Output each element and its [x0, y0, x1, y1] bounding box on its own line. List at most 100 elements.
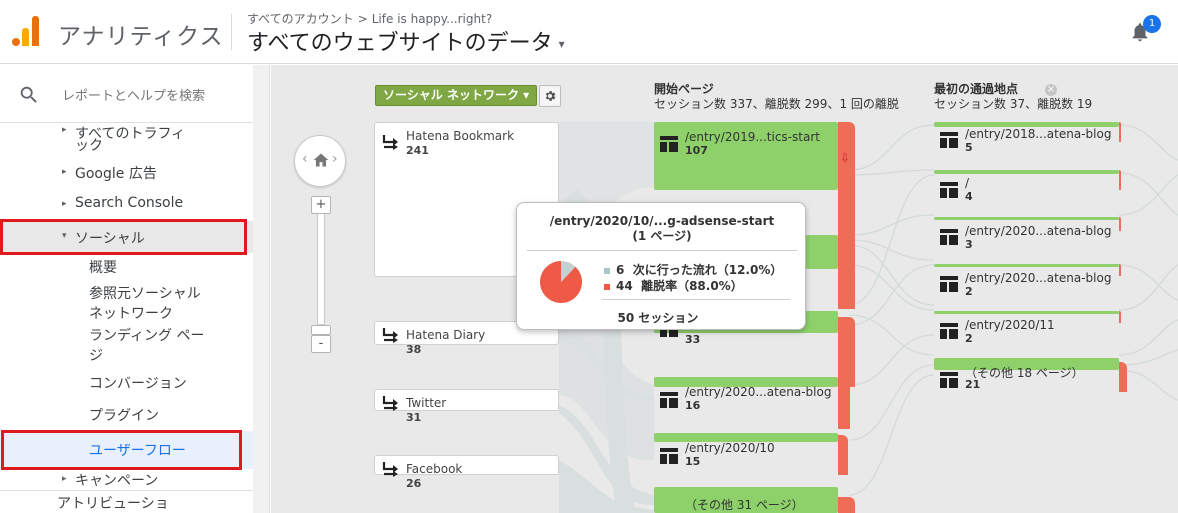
- page-count: 2: [965, 332, 973, 345]
- page-name: /entry/2020...atena-blog: [685, 385, 832, 399]
- exit-bar[interactable]: [1119, 170, 1121, 190]
- settings-gear-icon[interactable]: [539, 85, 561, 107]
- tooltip-next-label: 次に行った流れ（12.0%）: [632, 263, 783, 277]
- sidebar-item-label: Google 広告: [75, 166, 157, 182]
- exit-bar[interactable]: [1119, 264, 1121, 276]
- view-title[interactable]: すべてのウェブサイトのデータ: [247, 31, 553, 56]
- tooltip-next-row: 6 次に行った流れ（12.0%）: [604, 261, 782, 278]
- source-count: 31: [406, 411, 422, 424]
- sidebar-subitem-landing-pages[interactable]: ランディング ペー: [89, 326, 239, 346]
- exit-bar[interactable]: [1119, 217, 1121, 231]
- interaction-node[interactable]: （その他 18 ページ） 21: [934, 358, 1119, 391]
- column-subtitle: セッション数 337、離脱数 299、1 回の離脱: [654, 97, 899, 111]
- breadcrumb-account[interactable]: すべてのアカウント: [247, 12, 354, 26]
- sidebar-item-attribution[interactable]: アトリビューショ: [0, 493, 253, 513]
- page-count: 107: [685, 144, 708, 157]
- source-count: 241: [406, 144, 429, 157]
- column-header-first-interaction: 最初の通過地点 セッション数 37、離脱数 19: [934, 82, 1092, 112]
- tooltip-pie-chart: [540, 261, 583, 303]
- interaction-node[interactable]: /entry/2020/11 2: [934, 311, 1119, 345]
- sidebar-item-search-console[interactable]: ▸ Search Console: [0, 195, 253, 215]
- page-name: /: [965, 176, 970, 190]
- page-icon: [660, 392, 678, 408]
- sidebar-scrollbar[interactable]: [253, 65, 269, 513]
- zoom-handle[interactable]: [311, 325, 331, 335]
- start-page-node[interactable]: （その他 31 ページ）: [654, 487, 838, 513]
- page-name: /entry/2019...tics-start: [685, 130, 820, 144]
- source-count: 26: [406, 477, 422, 490]
- sidebar: レポートとヘルプを検索 ▸ すべてのトラフィ ック ▸ Google 広告 ▸ …: [0, 65, 270, 513]
- exit-bar[interactable]: [1119, 122, 1121, 142]
- chevron-right-icon: ▸: [62, 167, 67, 177]
- sidebar-item-campaigns[interactable]: ▸ キャンペーン: [0, 470, 253, 490]
- sidebar-divider: [0, 490, 253, 491]
- sidebar-subitem-landing-pages-cont[interactable]: ジ: [89, 346, 239, 366]
- sidebar-item-all-traffic-cont[interactable]: ック: [0, 135, 253, 155]
- sidebar-subitem-network-referrals-cont[interactable]: ネットワーク: [89, 304, 239, 324]
- sidebar-item-label: アトリビューショ: [57, 496, 169, 512]
- exit-bar[interactable]: [838, 497, 855, 513]
- interaction-node[interactable]: /entry/2018...atena-blog 5: [934, 122, 1119, 154]
- exit-bar[interactable]: [838, 317, 855, 387]
- breadcrumb-property[interactable]: Life is happy...right?: [372, 12, 492, 26]
- arrow-right-icon: [382, 462, 398, 477]
- exit-bar[interactable]: [1119, 311, 1121, 323]
- view-selector[interactable]: すべてのウェブサイトのデータ ▾: [247, 25, 565, 57]
- sidebar-subitem-overview[interactable]: 概要: [89, 258, 239, 278]
- page-name: （その他 18 ページ）: [965, 366, 1084, 380]
- sidebar-item-label: Search Console: [75, 195, 184, 211]
- sidebar-subitem-conversions[interactable]: コンバージョン: [89, 374, 239, 394]
- chevron-right-icon[interactable]: ›: [332, 151, 338, 167]
- search-icon[interactable]: [18, 84, 40, 106]
- search-input[interactable]: レポートとヘルプを検索: [62, 85, 205, 104]
- source-name: Twitter: [406, 396, 447, 410]
- highlight-box-users-flow: [1, 430, 242, 470]
- dimension-selector[interactable]: ソーシャル ネットワーク ▾: [375, 85, 538, 106]
- analytics-logo-icon[interactable]: [12, 16, 40, 46]
- sidebar-search[interactable]: レポートとヘルプを検索: [0, 65, 253, 123]
- page-count: 3: [965, 238, 973, 251]
- page-icon: [940, 372, 958, 388]
- chevron-down-icon[interactable]: ▾: [559, 37, 565, 51]
- sidebar-subitem-plugins[interactable]: プラグイン: [89, 406, 239, 426]
- page-count: 21: [965, 378, 981, 391]
- exit-bar[interactable]: [838, 435, 848, 475]
- flow-canvas[interactable]: ソーシャル ネットワーク ▾ 開始ページ セッション数 337、離脱数 299、…: [271, 65, 1178, 513]
- pan-control[interactable]: ‹ ›: [294, 135, 346, 187]
- zoom-in-button[interactable]: +: [311, 196, 331, 214]
- exit-bar[interactable]: [1119, 362, 1127, 392]
- interaction-node[interactable]: /entry/2020...atena-blog 3: [934, 217, 1119, 251]
- page-count: 16: [685, 399, 701, 412]
- tooltip-exit-row: 44 離脱率（88.0%）: [604, 277, 743, 294]
- zoom-out-button[interactable]: -: [311, 335, 331, 353]
- sidebar-subitem-network-referrals[interactable]: 参照元ソーシャル: [89, 284, 239, 304]
- tooltip-exit-count: 44: [616, 279, 633, 293]
- page-name: /entry/2018...atena-blog: [965, 127, 1112, 141]
- column-title: 開始ページ: [654, 82, 714, 96]
- source-name: Hatena Diary: [406, 328, 486, 342]
- page-icon: [940, 229, 958, 245]
- interaction-node[interactable]: /entry/2020...atena-blog 2: [934, 264, 1119, 298]
- exit-bar[interactable]: [838, 237, 855, 309]
- tooltip-divider: [602, 299, 790, 300]
- source-node[interactable]: Facebook 26: [374, 455, 559, 490]
- page-name: （その他 31 ページ）: [685, 498, 804, 512]
- home-icon[interactable]: [312, 152, 330, 168]
- column-subtitle: セッション数 37、離脱数 19: [934, 97, 1093, 111]
- tooltip-page: /entry/2020/10/...g-adsense-start: [549, 214, 775, 228]
- exit-bar[interactable]: [838, 379, 850, 429]
- arrow-right-icon: [382, 328, 398, 343]
- start-page-node[interactable]: /entry/2020...atena-blog 16: [654, 377, 838, 412]
- page-name: /entry/2020...atena-blog: [965, 224, 1112, 238]
- close-icon[interactable]: ×: [1045, 84, 1057, 96]
- zoom-slider[interactable]: [317, 213, 325, 325]
- start-page-node[interactable]: /entry/2019...tics-start 107: [654, 122, 838, 190]
- source-node[interactable]: Twitter 31: [374, 389, 559, 424]
- chevron-left-icon[interactable]: ‹: [302, 151, 308, 167]
- start-page-node[interactable]: /entry/2020/10 15: [654, 433, 838, 468]
- tooltip-page-count: (1 ページ): [632, 229, 692, 243]
- tooltip-total-sessions: 50 セッション: [617, 311, 699, 325]
- sidebar-item-google-ads[interactable]: ▸ Google 広告: [0, 163, 253, 183]
- page-icon: [660, 448, 678, 464]
- interaction-node[interactable]: / 4: [934, 170, 1119, 203]
